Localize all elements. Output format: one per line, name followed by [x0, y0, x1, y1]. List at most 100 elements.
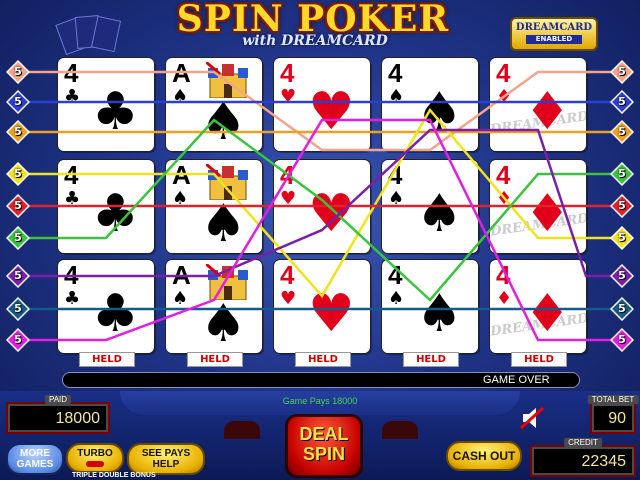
card-rank: 4 — [280, 58, 295, 88]
card-suit-large: ♠ — [416, 284, 463, 344]
card-suit-large: ♠ — [200, 294, 247, 353]
title-area: SPIN POKER with DREAMCARD DREAMCARD ENAB… — [0, 0, 640, 56]
payline-marker-left: 5 — [5, 119, 31, 145]
card-rank: 4 — [388, 260, 403, 290]
payline-marker-right: 5 — [609, 327, 635, 353]
card-rank: 4 — [496, 58, 511, 88]
playing-card[interactable]: 4 ♣ ♣ — [58, 160, 154, 253]
held-label: HELD — [295, 352, 351, 367]
card-rank: A — [172, 260, 191, 290]
payline-number: 5 — [618, 302, 626, 315]
card-fan-decoration — [55, 14, 130, 56]
payline-marker-right: 5 — [609, 59, 635, 85]
card-suit-large: ♥ — [308, 82, 355, 142]
payline-marker-right: 5 — [609, 119, 635, 145]
dreamcard-enabled-badge: DREAMCARD ENABLED — [510, 17, 598, 51]
card-suit-small: ♣ — [64, 188, 81, 209]
card-suit-small: ♣ — [64, 86, 81, 107]
card-suit-large: ♦ — [524, 184, 571, 244]
turbo-button[interactable]: TURBO — [66, 443, 124, 473]
payline-marker-left: 5 — [5, 59, 31, 85]
card-suit-large: ♥ — [308, 284, 355, 344]
card-suit-small: ♦ — [496, 86, 513, 107]
card-suit-small: ♦ — [496, 188, 513, 209]
playing-card[interactable]: 4 ♦ DREAMCARD ♦ — [490, 58, 586, 151]
payline-number: 5 — [618, 65, 626, 78]
card-suit-small: ♥ — [280, 188, 297, 209]
payline-number: 5 — [618, 167, 626, 180]
speaker-muted-icon — [519, 406, 545, 430]
playing-card[interactable]: 4 ♣ ♣ — [58, 58, 154, 151]
card-rank: 4 — [64, 160, 79, 190]
payline-number: 5 — [618, 125, 626, 138]
payline-marker-left: 5 — [5, 296, 31, 322]
card-rank: 4 — [64, 58, 79, 88]
card-suit-small: ♠ — [172, 288, 189, 309]
cash-out-button[interactable]: CASH OUT — [446, 441, 522, 471]
held-label: HELD — [187, 352, 243, 367]
payline-marker-right: 5 — [609, 161, 635, 187]
sound-toggle-button[interactable] — [519, 406, 548, 430]
playing-card[interactable]: 4 ♦ DREAMCARD ♦ — [490, 260, 586, 353]
more-games-button[interactable]: MORE GAMES — [6, 443, 64, 475]
paid-value: 18000 — [55, 410, 101, 427]
card-suit-large: ♥ — [308, 184, 355, 244]
card-rank: 4 — [280, 160, 295, 190]
playing-card[interactable]: 4 ♥ ♥ — [274, 160, 370, 253]
playing-card[interactable]: 4 ♣ ♣ — [58, 260, 154, 353]
payline-marker-right: 5 — [609, 296, 635, 322]
status-bar: GAME OVER — [62, 372, 580, 388]
card-suit-small: ♠ — [388, 288, 405, 309]
deal-spin-button[interactable]: DEAL SPIN — [285, 414, 363, 478]
payline-number: 5 — [618, 95, 626, 108]
card-suit-small: ♣ — [64, 288, 81, 309]
playing-card[interactable]: A ♠ ♠ — [166, 160, 262, 253]
held-label: HELD — [511, 352, 567, 367]
playing-card[interactable]: 4 ♥ ♥ — [274, 260, 370, 353]
playing-card[interactable]: 4 ♠ ♠ — [382, 260, 478, 353]
payline-number: 5 — [14, 199, 22, 212]
playing-card[interactable]: 4 ♠ ♠ — [382, 160, 478, 253]
credit-value: 22345 — [581, 453, 627, 470]
card-rank: 4 — [280, 260, 295, 290]
card-suit-small: ♥ — [280, 86, 297, 107]
card-suit-large: ♠ — [200, 92, 247, 151]
card-suit-large: ♠ — [416, 82, 463, 142]
card-suit-large: ♦ — [524, 82, 571, 142]
payline-number: 5 — [618, 231, 626, 244]
payline-number: 5 — [14, 167, 22, 180]
playing-card[interactable]: 4 ♥ ♥ — [274, 58, 370, 151]
payline-number: 5 — [14, 125, 22, 138]
card-suit-large: ♣ — [92, 82, 139, 142]
payline-marker-right: 5 — [609, 225, 635, 251]
game-variant-label: TRIPLE DOUBLE BONUS — [72, 472, 156, 479]
card-suit-large: ♦ — [524, 284, 571, 344]
payline-marker-left: 5 — [5, 193, 31, 219]
right-slot — [382, 421, 418, 439]
game-over-text: GAME OVER — [483, 374, 550, 386]
payline-number: 5 — [14, 231, 22, 244]
paid-display: PAID 18000 — [6, 395, 110, 434]
payline-marker-left: 5 — [5, 161, 31, 187]
card-suit-small: ♠ — [388, 86, 405, 107]
card-suit-large: ♠ — [200, 194, 247, 253]
total-bet-label: TOTAL BET — [587, 395, 639, 404]
payline-marker-left: 5 — [5, 263, 31, 289]
paid-label: PAID — [44, 395, 72, 404]
see-pays-help-button[interactable]: SEE PAYS HELP — [127, 443, 205, 475]
playing-card[interactable]: 4 ♦ DREAMCARD ♦ — [490, 160, 586, 253]
credit-label: CREDIT — [564, 438, 602, 447]
payline-number: 5 — [14, 302, 22, 315]
card-rank: 4 — [388, 160, 403, 190]
payline-number: 5 — [618, 269, 626, 282]
payline-marker-left: 5 — [5, 327, 31, 353]
payline-marker-right: 5 — [609, 89, 635, 115]
game-screen: SPIN POKER with DREAMCARD DREAMCARD ENAB… — [0, 0, 640, 480]
payline-marker-right: 5 — [609, 263, 635, 289]
playing-card[interactable]: 4 ♠ ♠ — [382, 58, 478, 151]
card-rank: A — [172, 58, 191, 88]
playing-card[interactable]: A ♠ ♠ — [166, 58, 262, 151]
playing-card[interactable]: A ♠ ♠ — [166, 260, 262, 353]
payline-marker-left: 5 — [5, 89, 31, 115]
payline-number: 5 — [14, 65, 22, 78]
